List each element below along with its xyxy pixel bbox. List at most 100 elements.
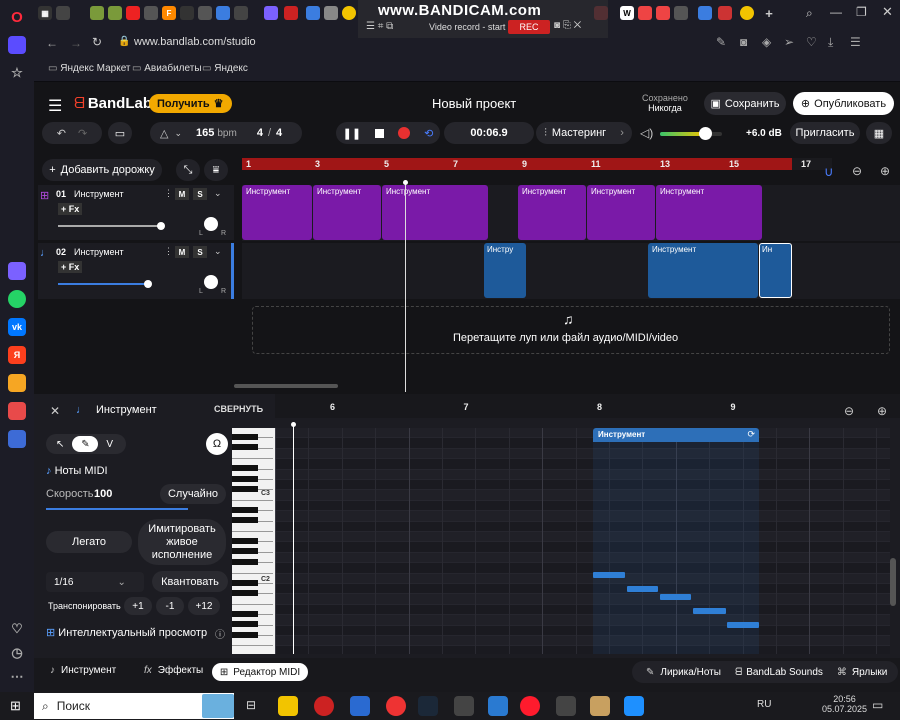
star-icon[interactable]: ☆ <box>8 64 26 82</box>
velocity-slider[interactable] <box>46 508 188 510</box>
midi-clip[interactable]: Инструмент <box>382 185 488 240</box>
redo-icon[interactable]: ↷ <box>78 127 87 140</box>
tab-icon[interactable] <box>216 6 230 20</box>
black-key[interactable] <box>232 579 258 586</box>
more-icon[interactable]: ⋮ <box>164 246 173 257</box>
search-tabs-icon[interactable]: ⌕ <box>806 6 813 21</box>
tab-icon[interactable] <box>324 6 338 20</box>
midi-clip-selected[interactable]: Ин <box>759 243 792 298</box>
get-button[interactable]: Получить ♛ <box>149 94 232 113</box>
tab-icon[interactable] <box>144 6 158 20</box>
pan-knob[interactable] <box>204 217 218 231</box>
white-key[interactable] <box>232 646 273 654</box>
project-title[interactable]: Новый проект <box>432 96 516 111</box>
tab-icon[interactable] <box>674 6 688 20</box>
volume-thumb[interactable] <box>144 280 152 288</box>
workspace-icon[interactable] <box>8 36 26 54</box>
track-2-header[interactable]: ♩ 02 Инструмент ⋮ M S ⌄ + Fx L R <box>38 243 234 299</box>
chevron-down-icon[interactable]: ⌄ <box>174 128 182 139</box>
stop-icon[interactable] <box>375 128 385 138</box>
midi-note[interactable] <box>693 608 726 614</box>
clock[interactable]: 20:56 05.07.2025 <box>822 694 867 714</box>
publish-button[interactable]: ⊕ Опубликовать <box>793 92 894 115</box>
opera-icon[interactable] <box>520 696 540 716</box>
send-icon[interactable]: ➢ <box>784 35 794 49</box>
bandicam-menu-icon[interactable]: ☰ ⌗ ⧉ <box>366 21 393 32</box>
loop-icon[interactable]: ⟲ <box>424 127 433 140</box>
tab-icon[interactable]: ▦ <box>38 6 52 20</box>
tab-labels[interactable]: ⌘ Ярлыки <box>837 667 887 678</box>
midi-clip[interactable]: Инструмент <box>313 185 381 240</box>
tab-icon[interactable] <box>90 6 104 20</box>
tab-icon[interactable] <box>234 6 248 20</box>
headphones-icon[interactable]: Ω <box>206 433 228 455</box>
volume-knob[interactable] <box>698 127 712 140</box>
editor-ruler[interactable] <box>275 394 900 418</box>
yandex-market-icon[interactable] <box>8 374 26 392</box>
transpose-plus1[interactable]: +1 <box>124 597 152 615</box>
midi-clip[interactable]: Инструмент <box>656 185 762 240</box>
game-icon[interactable] <box>8 402 26 420</box>
track-1-volume[interactable] <box>58 225 162 227</box>
black-key[interactable] <box>232 506 258 513</box>
opera-logo-icon[interactable]: O <box>8 8 26 26</box>
tab-icon[interactable] <box>198 6 212 20</box>
more-icon[interactable]: ⋮ <box>164 188 173 199</box>
app-icon[interactable] <box>488 696 508 716</box>
drop-zone[interactable]: ♫ Перетащите луп или файл аудио/MIDI/vid… <box>252 306 890 354</box>
forward-icon[interactable]: → <box>70 36 82 50</box>
black-key[interactable] <box>232 548 258 555</box>
midi-clip[interactable]: Инстру <box>484 243 526 298</box>
game-icon[interactable] <box>590 696 610 716</box>
metronome-icon[interactable]: △ <box>160 127 168 140</box>
tab-effects[interactable]: fx Эффекты <box>144 665 203 676</box>
new-tab-icon[interactable]: + <box>762 6 776 21</box>
time-sig-num[interactable]: 4 <box>257 127 263 139</box>
zoom-in-icon[interactable]: ⊕ <box>880 164 890 178</box>
master-volume-slider[interactable] <box>660 132 722 136</box>
reload-icon[interactable]: ↻ <box>92 35 102 49</box>
close-window-icon[interactable]: ✕ <box>882 4 893 20</box>
obs-icon[interactable] <box>314 696 334 716</box>
midi-note[interactable] <box>627 586 658 592</box>
bandlab-logo[interactable]: ᗺ BandLab <box>74 95 152 112</box>
midi-note[interactable] <box>593 572 625 578</box>
tab-icon[interactable] <box>698 6 712 20</box>
piano-roll-grid[interactable] <box>275 428 890 654</box>
capcut-icon[interactable] <box>454 696 474 716</box>
piano-keyboard[interactable]: C3 C2 <box>232 428 275 654</box>
zoom-in-icon[interactable]: ⊕ <box>877 404 887 418</box>
yandex-browser-icon[interactable] <box>386 696 406 716</box>
mute-button[interactable]: M <box>175 188 189 200</box>
midi-clip[interactable]: Инструмент <box>587 185 655 240</box>
legato-button[interactable]: Легато <box>46 531 132 553</box>
app-icon[interactable] <box>350 696 370 716</box>
tab-midi-editor[interactable]: ⊞ Редактор MIDI <box>212 663 308 681</box>
editor-clip-header[interactable]: Инструмент ⟳ <box>593 428 759 442</box>
speaker-icon[interactable]: ◁) <box>640 126 653 140</box>
pan-knob[interactable] <box>204 275 218 289</box>
volume-thumb[interactable] <box>157 222 165 230</box>
rec-button[interactable]: REC <box>508 20 550 34</box>
tab-lyrics[interactable]: ✎ Лирика/Ноты <box>646 667 721 678</box>
midi-note[interactable] <box>727 622 759 628</box>
tab-icon[interactable] <box>342 6 356 20</box>
app-icon[interactable] <box>624 696 644 716</box>
url-field[interactable]: www.bandlab.com/studio <box>134 36 256 48</box>
quantize-button[interactable]: Квантовать <box>152 571 228 592</box>
vk-icon[interactable]: vk <box>8 318 26 336</box>
mixer-icon[interactable]: ⩸ <box>204 159 228 181</box>
keyboard-icon[interactable]: ▭ <box>108 122 132 144</box>
more-icon[interactable]: ⋯ <box>8 668 26 686</box>
download-icon[interactable]: ⤓ <box>828 35 833 50</box>
back-icon[interactable]: ← <box>46 36 58 50</box>
black-key[interactable] <box>232 434 258 440</box>
quantize-select[interactable]: 1/16 ⌄ <box>46 572 144 592</box>
playhead[interactable] <box>405 182 406 392</box>
zoom-out-icon[interactable]: ⊖ <box>852 164 862 178</box>
solo-button[interactable]: S <box>193 188 207 200</box>
bpm-value[interactable]: 165 <box>196 127 214 139</box>
track-2-volume[interactable] <box>58 283 148 285</box>
black-key[interactable] <box>232 590 258 596</box>
track-1-name[interactable]: Инструмент <box>74 189 124 199</box>
